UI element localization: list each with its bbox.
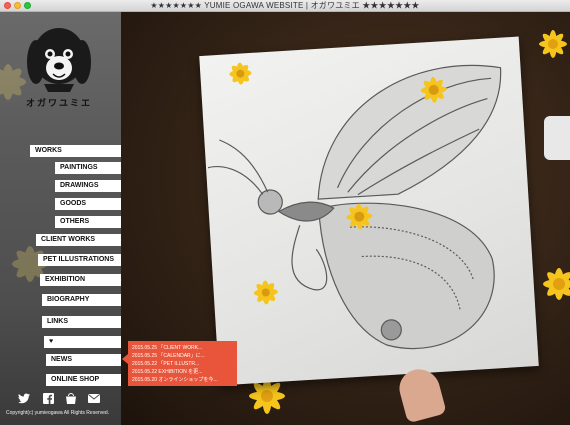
nav-works[interactable]: WORKS <box>30 145 121 157</box>
nav-drawings[interactable]: DRAWINGS <box>55 180 121 192</box>
nav-online-shop[interactable]: ONLINE SHOP <box>46 374 121 386</box>
nav-news[interactable]: NEWS <box>46 354 121 366</box>
news-item[interactable]: 2015.05.25 「CLIENT WORK... <box>132 344 233 352</box>
nav-biography[interactable]: BIOGRAPHY <box>42 294 121 306</box>
nav-paintings[interactable]: PAINTINGS <box>55 162 121 174</box>
news-item[interactable]: 2015.05.25 「CALENDAR」に... <box>132 352 233 360</box>
window-title: ★★★★★★★ YUMIE OGAWA WEBSITE | オガワユミエ ★★★… <box>150 1 420 10</box>
window-titlebar: ★★★★★★★ YUMIE OGAWA WEBSITE | オガワユミエ ★★★… <box>0 0 570 12</box>
twitter-icon[interactable] <box>18 392 30 404</box>
mail-icon[interactable] <box>88 392 100 404</box>
shop-icon[interactable] <box>65 392 77 404</box>
nav-pet-illustrations[interactable]: PET ILLUSTRATIONS <box>38 254 121 266</box>
nav-exhibition[interactable]: EXHIBITION <box>40 274 121 286</box>
nav-heart[interactable]: ♥ <box>44 336 121 348</box>
news-item[interactable]: 2015.05.22 「PET ILLUSTR... <box>132 360 233 368</box>
nav-others[interactable]: OTHERS <box>55 216 121 228</box>
sketch-paper <box>199 36 539 386</box>
news-item[interactable]: 2015.05.20 オンラインショップを今... <box>132 376 233 384</box>
copyright-text: Copyright(c) yumieogawa All Rights Reser… <box>6 410 110 416</box>
butterfly-drawing <box>207 62 502 350</box>
facebook-icon[interactable] <box>42 392 54 404</box>
nav-goods[interactable]: GOODS <box>55 198 121 210</box>
nav-links[interactable]: LINKS <box>42 316 121 328</box>
news-item[interactable]: 2015.05.22 EXHIBITION を更... <box>132 368 233 376</box>
mug <box>544 116 570 160</box>
nav-client-works[interactable]: CLIENT WORKS <box>36 234 121 246</box>
news-panel: 2015.05.25 「CLIENT WORK... 2015.05.25 「C… <box>128 341 237 386</box>
